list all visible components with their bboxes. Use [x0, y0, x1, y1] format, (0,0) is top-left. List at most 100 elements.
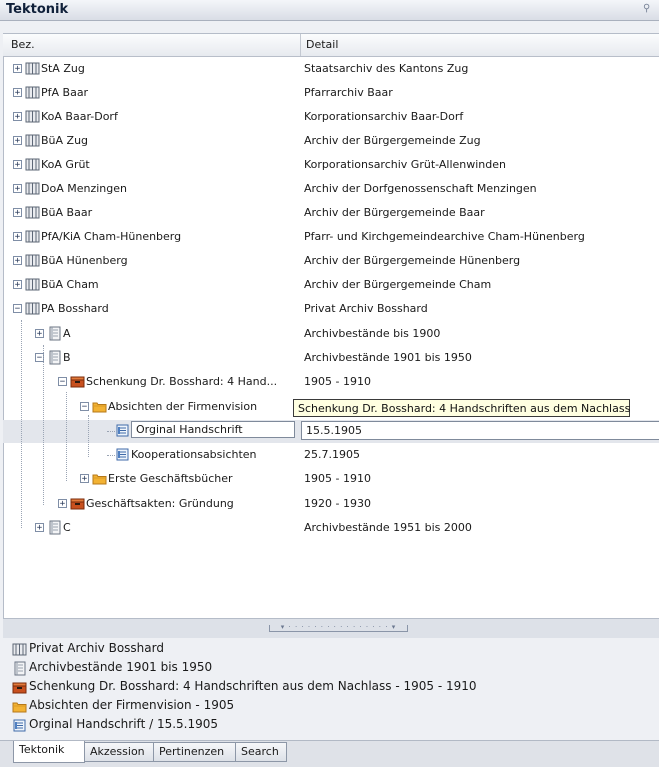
row-detail[interactable]: Korporationsarchiv Baar-Dorf — [304, 110, 463, 123]
path-item[interactable]: Orginal Handschrift / 15.5.1905 — [12, 717, 218, 732]
tree-row[interactable]: + BüA Cham Archiv der Bürgergemeinde Cham — [3, 274, 659, 297]
row-bez[interactable]: PfA/KiA Cham-Hünenberg — [41, 230, 181, 243]
path-item[interactable]: Privat Archiv Bosshard — [12, 641, 164, 657]
column-divider[interactable] — [300, 34, 301, 56]
pin-icon[interactable]: ⚲ — [643, 3, 655, 15]
tab-pertinenzen[interactable]: Pertinenzen — [153, 742, 236, 762]
tree-row[interactable]: + KoA Baar-Dorf Korporationsarchiv Baar-Do… — [3, 106, 659, 129]
expand-icon[interactable]: + — [13, 112, 22, 122]
expand-icon[interactable]: + — [13, 88, 22, 98]
collapse-icon[interactable]: − — [80, 402, 89, 412]
tree-row[interactable]: + BüA Hünenberg Archiv der Bürgergemeinde … — [3, 250, 659, 273]
row-detail[interactable]: Archivbestände 1951 bis 2000 — [304, 521, 472, 534]
tree-row[interactable]: + Geschäftsakten: Gründung 1920 - 1930 — [3, 493, 659, 516]
tree-row[interactable]: Orginal Handschrift 15.5.1905 — [3, 420, 659, 443]
path-item-label: Privat Archiv Bosshard — [29, 641, 164, 655]
tree-row[interactable]: + A Archivbestände bis 1900 — [3, 323, 659, 346]
tree-row[interactable]: + DoA Menzingen Archiv der Dorfgenossensch… — [3, 178, 659, 201]
row-detail[interactable]: Archiv der Bürgergemeinde Cham — [304, 278, 491, 291]
row-detail[interactable]: Archiv der Bürgergemeinde Baar — [304, 206, 485, 219]
splitter-grip[interactable]: ▾ · · · · · · · · · · · · · · · · ▾ — [269, 624, 408, 632]
tab-search[interactable]: Search — [235, 742, 287, 762]
tab-tektonik[interactable]: Tektonik — [13, 741, 85, 763]
tab-akzession[interactable]: Akzession — [84, 742, 154, 762]
expand-icon[interactable]: + — [13, 232, 22, 242]
row-bez[interactable]: StA Zug — [41, 62, 85, 75]
row-detail[interactable]: Archiv der Dorfgenossenschaft Menzingen — [304, 182, 537, 195]
row-detail[interactable]: 1920 - 1930 — [304, 497, 371, 510]
column-header-detail[interactable]: Detail — [306, 38, 338, 51]
row-detail[interactable]: Archivbestände bis 1900 — [304, 327, 440, 340]
row-detail[interactable]: Pfarrarchiv Baar — [304, 86, 393, 99]
expand-icon[interactable]: + — [13, 160, 22, 170]
expand-icon[interactable]: + — [58, 499, 67, 509]
row-detail[interactable]: Archiv der Bürgergemeinde Hünenberg — [304, 254, 520, 267]
archive-icon — [25, 133, 40, 148]
tree-row[interactable]: + C Archivbestände 1951 bis 2000 — [3, 517, 659, 540]
row-bez[interactable]: PA Bosshard — [41, 302, 109, 315]
row-detail[interactable]: Korporationsarchiv Grüt-Allenwinden — [304, 158, 506, 171]
tree-row[interactable]: Kooperationsabsichten 25.7.1905 — [3, 444, 659, 467]
row-bez[interactable]: Schenkung Dr. Bosshard: 4 Hand... — [86, 375, 277, 388]
tooltip: Schenkung Dr. Bosshard: 4 Handschriften … — [293, 399, 630, 417]
row-bez[interactable]: BüA Hünenberg — [41, 254, 128, 267]
tab-bar: Tektonik Akzession Pertinenzen Search — [0, 740, 659, 767]
expand-icon[interactable]: + — [35, 523, 44, 533]
archive-icon — [25, 301, 40, 316]
row-bez[interactable]: Kooperationsabsichten — [131, 448, 257, 461]
collapse-icon[interactable]: − — [13, 304, 22, 314]
tree-row[interactable]: + StA Zug Staatsarchiv des Kantons Zug — [3, 58, 659, 81]
archive-icon — [25, 253, 40, 268]
tree-row[interactable]: + BüA Baar Archiv der Bürgergemeinde Baar — [3, 202, 659, 225]
row-detail[interactable]: 1905 - 1910 — [304, 375, 371, 388]
row-bez[interactable]: A — [63, 327, 71, 340]
expand-icon[interactable]: + — [13, 64, 22, 74]
row-detail[interactable]: Privat Archiv Bosshard — [304, 302, 428, 315]
row-detail[interactable]: 1905 - 1910 — [304, 472, 371, 485]
archive-icon — [12, 642, 27, 657]
row-bez[interactable]: Erste Geschäftsbücher — [108, 472, 233, 485]
row-bez[interactable]: BüA Baar — [41, 206, 92, 219]
row-bez[interactable]: Geschäftsakten: Gründung — [86, 497, 234, 510]
row-bez[interactable]: BüA Zug — [41, 134, 88, 147]
tree-row[interactable]: + PfA/KiA Cham-Hünenberg Pfarr- und Kirchg… — [3, 226, 659, 249]
expand-icon[interactable]: + — [13, 280, 22, 290]
expand-icon[interactable]: + — [35, 329, 44, 339]
tree-row[interactable]: + BüA Zug Archiv der Bürgergemeinde Zug — [3, 130, 659, 153]
expand-icon[interactable]: + — [13, 256, 22, 266]
row-detail[interactable]: Archiv der Bürgergemeinde Zug — [304, 134, 481, 147]
row-bez[interactable]: C — [63, 521, 71, 534]
row-detail[interactable]: Staatsarchiv des Kantons Zug — [304, 62, 468, 75]
row-bez[interactable]: KoA Baar-Dorf — [41, 110, 118, 123]
row-bez[interactable]: Absichten der Firmenvision — [108, 400, 257, 413]
expand-icon[interactable]: + — [13, 208, 22, 218]
row-bez[interactable]: Orginal Handschrift — [131, 421, 295, 438]
row-bez[interactable]: KoA Grüt — [41, 158, 90, 171]
expand-icon[interactable]: + — [13, 136, 22, 146]
row-bez[interactable]: PfA Baar — [41, 86, 88, 99]
tree-row[interactable]: − Schenkung Dr. Bosshard: 4 Hand... 1905 -… — [3, 371, 659, 394]
tree-row[interactable]: − B Archivbestände 1901 bis 1950 — [3, 347, 659, 370]
row-bez[interactable]: BüA Cham — [41, 278, 99, 291]
row-detail[interactable]: Archivbestände 1901 bis 1950 — [304, 351, 472, 364]
row-detail[interactable]: Pfarr- und Kirchgemeindearchive Cham-Hün… — [304, 230, 585, 243]
tree-connector — [107, 431, 115, 432]
path-item[interactable]: Archivbestände 1901 bis 1950 — [12, 660, 212, 676]
expand-icon[interactable]: + — [13, 184, 22, 194]
tree-row[interactable]: + PfA Baar Pfarrarchiv Baar — [3, 82, 659, 105]
tree-row[interactable]: + Erste Geschäftsbücher 1905 - 1910 — [3, 468, 659, 491]
path-item[interactable]: Absichten der Firmenvision - 1905 — [12, 698, 234, 713]
tree-row[interactable]: + KoA Grüt Korporationsarchiv Grüt-Allenwi… — [3, 154, 659, 177]
tree-guide-line — [88, 415, 89, 457]
row-bez[interactable]: B — [63, 351, 71, 364]
row-bez[interactable]: DoA Menzingen — [41, 182, 127, 195]
row-detail[interactable]: 15.5.1905 — [301, 421, 659, 440]
path-item[interactable]: Schenkung Dr. Bosshard: 4 Handschriften … — [12, 679, 477, 694]
column-header-bez[interactable]: Bez. — [11, 38, 35, 51]
expand-icon[interactable]: + — [80, 474, 89, 484]
collapse-icon[interactable]: − — [58, 377, 67, 387]
row-detail[interactable]: 25.7.1905 — [304, 448, 360, 461]
selection-path-panel: Privat Archiv Bosshard Archivbestände 190… — [3, 638, 659, 739]
tree-row[interactable]: − PA Bosshard Privat Archiv Bosshard — [3, 298, 659, 321]
splitter[interactable]: ▾ · · · · · · · · · · · · · · · · ▾ — [3, 618, 659, 639]
